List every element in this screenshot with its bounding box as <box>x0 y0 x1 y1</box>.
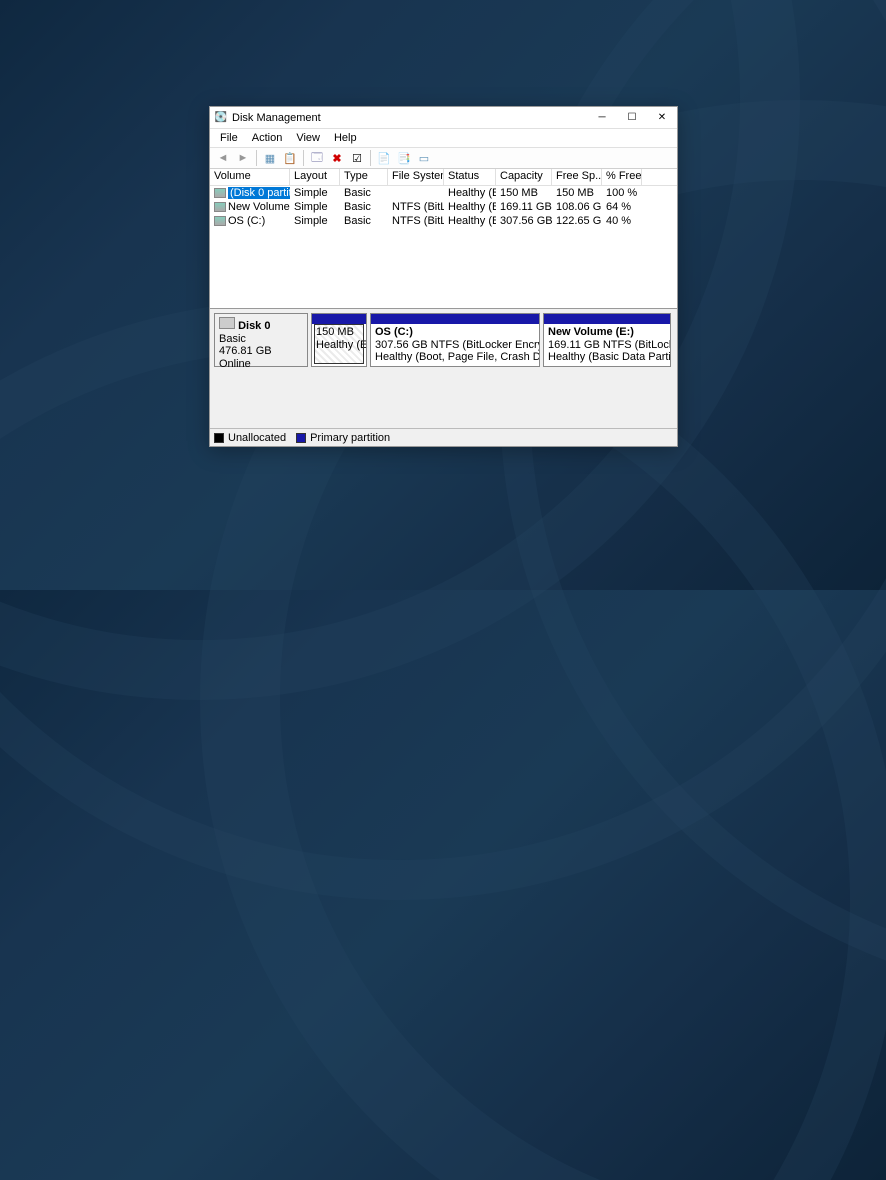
partition-size: 307.56 GB NTFS (BitLocker Encrypted) <box>375 339 539 351</box>
cell-type: Basic <box>340 187 388 199</box>
disk-type: Basic <box>219 333 246 345</box>
app-icon: 💽 <box>214 111 228 125</box>
close-button[interactable]: ✕ <box>647 107 677 129</box>
cell-free: 108.06 GB <box>552 201 602 213</box>
partition-size: 150 MB <box>316 326 354 338</box>
cell-pct: 100 % <box>602 187 642 199</box>
forward-icon: ► <box>234 149 252 167</box>
cell-capacity: 307.56 GB <box>496 215 552 227</box>
legend-primary: Primary partition <box>310 432 390 444</box>
toolbar: ◄ ► ▦ 📋 🗔 ✖ ☑ 📄 📑 ▭ <box>210 147 677 169</box>
cell-type: Basic <box>340 215 388 227</box>
cell-status: Healthy (B... <box>444 215 496 227</box>
partition-info: Healthy (Basic Data Partition) <box>548 351 670 363</box>
view-icon[interactable]: ▭ <box>415 149 433 167</box>
volume-name: (Disk 0 partition 1) <box>228 187 290 199</box>
cell-fs: NTFS (BitLo... <box>388 215 444 227</box>
cell-capacity: 169.11 GB <box>496 201 552 213</box>
drive-icon <box>214 188 226 198</box>
volume-list[interactable]: Volume Layout Type File System Status Ca… <box>210 169 677 309</box>
col-capacity[interactable]: Capacity <box>496 169 552 185</box>
col-type[interactable]: Type <box>340 169 388 185</box>
cell-layout: Simple <box>290 187 340 199</box>
disk-label[interactable]: Disk 0 Basic 476.81 GB Online <box>214 313 308 367</box>
disk-size: 476.81 GB <box>219 345 272 357</box>
drive-icon <box>214 216 226 226</box>
cell-fs: NTFS (BitLo... <box>388 201 444 213</box>
cell-pct: 64 % <box>602 201 642 213</box>
refresh-icon[interactable]: 📋 <box>281 149 299 167</box>
menu-action[interactable]: Action <box>246 131 289 145</box>
col-layout[interactable]: Layout <box>290 169 340 185</box>
legend-unallocated: Unallocated <box>228 432 286 444</box>
legend: Unallocated Primary partition <box>210 428 677 446</box>
cell-type: Basic <box>340 201 388 213</box>
back-icon: ◄ <box>214 149 232 167</box>
col-status[interactable]: Status <box>444 169 496 185</box>
disk-name: Disk 0 <box>238 320 270 332</box>
col-filesystem[interactable]: File System <box>388 169 444 185</box>
disk-management-window: 💽 Disk Management ─ ☐ ✕ File Action View… <box>209 106 678 447</box>
cell-capacity: 150 MB <box>496 187 552 199</box>
partition-title: OS (C:) <box>375 326 413 338</box>
help-icon[interactable]: 📄 <box>375 149 393 167</box>
partition-header-bar <box>371 314 539 324</box>
partition-block[interactable]: 150 MBHealthy (EFI Syste <box>311 313 367 367</box>
drive-icon <box>214 202 226 212</box>
legend-swatch-unallocated <box>214 433 224 443</box>
partition-block[interactable]: New Volume (E:)169.11 GB NTFS (BitLocker… <box>543 313 671 367</box>
disk-row[interactable]: Disk 0 Basic 476.81 GB Online 150 MBHeal… <box>214 313 673 367</box>
minimize-button[interactable]: ─ <box>587 107 617 129</box>
separator <box>370 150 371 166</box>
cell-layout: Simple <box>290 201 340 213</box>
volume-name: OS (C:) <box>228 215 265 227</box>
partition-header-bar <box>312 314 366 324</box>
cell-layout: Simple <box>290 215 340 227</box>
show-hide-tree-icon[interactable]: ▦ <box>261 149 279 167</box>
window-title: Disk Management <box>232 112 587 124</box>
col-volume[interactable]: Volume <box>210 169 290 185</box>
col-pctfree[interactable]: % Free <box>602 169 642 185</box>
legend-swatch-primary <box>296 433 306 443</box>
cell-status: Healthy (E... <box>444 187 496 199</box>
menubar: File Action View Help <box>210 129 677 147</box>
settings-icon[interactable]: 🗔 <box>308 149 326 167</box>
partition-block[interactable]: OS (C:)307.56 GB NTFS (BitLocker Encrypt… <box>370 313 540 367</box>
properties-icon[interactable]: ☑ <box>348 149 366 167</box>
partition-info: Healthy (EFI Syste <box>316 339 366 351</box>
separator <box>256 150 257 166</box>
partition-info: Healthy (Boot, Page File, Crash Dump, Ba… <box>375 351 539 363</box>
col-spacer <box>642 169 677 185</box>
cell-free: 150 MB <box>552 187 602 199</box>
volume-list-header: Volume Layout Type File System Status Ca… <box>210 169 677 186</box>
col-freespace[interactable]: Free Sp... <box>552 169 602 185</box>
action-icon[interactable]: 📑 <box>395 149 413 167</box>
disk-icon <box>219 317 235 329</box>
separator <box>303 150 304 166</box>
volume-row[interactable]: OS (C:) SimpleBasicNTFS (BitLo...Healthy … <box>210 214 677 228</box>
cell-pct: 40 % <box>602 215 642 227</box>
partition-header-bar <box>544 314 670 324</box>
menu-help[interactable]: Help <box>328 131 363 145</box>
partition-size: 169.11 GB NTFS (BitLocker Encrypted) <box>548 339 670 351</box>
cell-status: Healthy (B... <box>444 201 496 213</box>
menu-view[interactable]: View <box>290 131 326 145</box>
volume-name: New Volume (E:) <box>228 201 290 213</box>
titlebar[interactable]: 💽 Disk Management ─ ☐ ✕ <box>210 107 677 129</box>
cell-free: 122.65 GB <box>552 215 602 227</box>
graphical-view: Disk 0 Basic 476.81 GB Online 150 MBHeal… <box>210 309 677 428</box>
maximize-button[interactable]: ☐ <box>617 107 647 129</box>
delete-icon[interactable]: ✖ <box>328 149 346 167</box>
volume-row[interactable]: (Disk 0 partition 1)SimpleBasic Healthy (… <box>210 186 677 200</box>
menu-file[interactable]: File <box>214 131 244 145</box>
volume-row[interactable]: New Volume (E:)SimpleBasicNTFS (BitLo...… <box>210 200 677 214</box>
partition-title: New Volume (E:) <box>548 326 634 338</box>
